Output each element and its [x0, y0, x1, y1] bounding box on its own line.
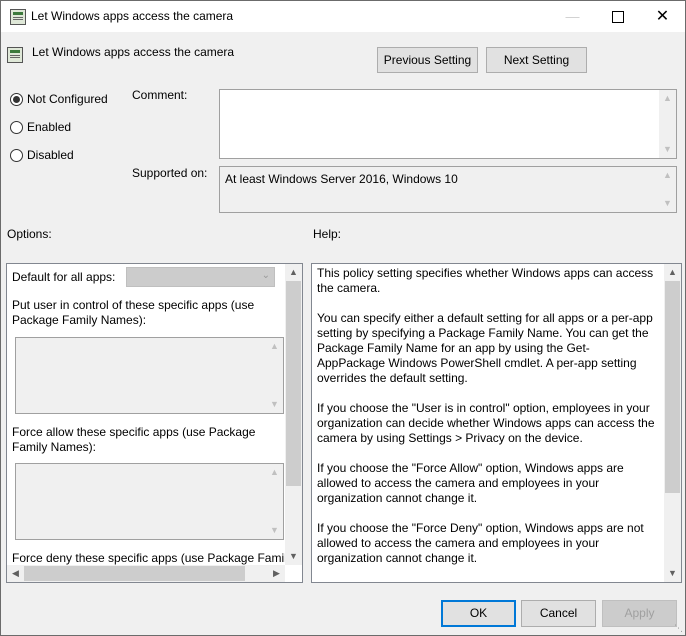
chevron-down-icon: ⌄	[261, 270, 270, 281]
options-hscrollbar[interactable]: ◀ ▶	[7, 565, 285, 582]
scroll-up-icon[interactable]: ▲	[659, 90, 676, 107]
window-title: Let Windows apps access the camera	[31, 9, 234, 23]
scroll-left-icon[interactable]: ◀	[7, 565, 24, 582]
radio-label: Disabled	[27, 148, 74, 162]
maximize-icon	[611, 11, 624, 24]
close-icon: ✕	[655, 8, 670, 25]
comment-field[interactable]: ▲ ▼	[219, 89, 677, 159]
title-bar[interactable]: Let Windows apps access the camera — ✕	[1, 1, 685, 32]
scroll-right-icon[interactable]: ▶	[268, 565, 285, 582]
scrollbar-thumb[interactable]	[286, 281, 301, 486]
previous-setting-button[interactable]: Previous Setting	[377, 47, 478, 73]
resize-grip-icon[interactable]: ⋱	[673, 623, 683, 633]
radio-label: Enabled	[27, 120, 72, 134]
radio-not-configured[interactable]: Not Configured	[10, 92, 108, 106]
options-panel: Default for all apps: ⌄ Put user in cont…	[6, 263, 303, 583]
force-allow-list[interactable]: ▲ ▼	[15, 463, 284, 540]
scroll-up-icon[interactable]: ▲	[659, 167, 676, 184]
help-paragraph: You can specify either a default setting…	[317, 311, 653, 385]
default-apps-dropdown[interactable]: ⌄	[126, 267, 275, 287]
scroll-up-icon[interactable]: ▲	[285, 264, 302, 281]
scroll-down-icon[interactable]: ▼	[266, 522, 283, 539]
radio-button[interactable]	[10, 149, 23, 162]
force-allow-scrollbar[interactable]: ▲ ▼	[266, 464, 283, 539]
supported-on-value: At least Windows Server 2016, Windows 10	[225, 172, 458, 186]
radio-label: Not Configured	[27, 92, 108, 106]
minimize-button: —	[550, 1, 595, 32]
scroll-down-icon[interactable]: ▼	[285, 548, 302, 565]
supported-on-label: Supported on:	[132, 166, 208, 180]
user-control-scrollbar[interactable]: ▲ ▼	[266, 338, 283, 413]
help-heading: Help:	[313, 227, 342, 241]
radio-button[interactable]	[10, 121, 23, 134]
scroll-down-icon[interactable]: ▼	[266, 396, 283, 413]
comment-label: Comment:	[132, 88, 188, 102]
radio-enabled[interactable]: Enabled	[10, 120, 71, 134]
options-vscrollbar[interactable]: ▲ ▼	[285, 264, 302, 565]
help-panel: This policy setting specifies whether Wi…	[311, 263, 682, 583]
policy-name: Let Windows apps access the camera	[32, 45, 235, 59]
apply-button: Apply	[602, 600, 677, 627]
force-deny-label: Force deny these specific apps (use Pack…	[12, 551, 293, 565]
radio-disabled[interactable]: Disabled	[10, 148, 74, 162]
default-apps-label: Default for all apps:	[12, 270, 116, 284]
close-button[interactable]: ✕	[640, 1, 685, 32]
policy-icon	[10, 9, 26, 25]
minimize-icon: —	[565, 8, 580, 24]
help-paragraph: If you choose the "Force Deny" option, W…	[317, 521, 644, 565]
help-paragraph: If you choose the "User is in control" o…	[317, 401, 655, 445]
scroll-up-icon[interactable]: ▲	[664, 264, 681, 281]
scrollbar-thumb[interactable]	[665, 281, 680, 493]
help-text: This policy setting specifies whether Wi…	[317, 266, 655, 581]
supported-scrollbar[interactable]: ▲ ▼	[659, 167, 676, 212]
ok-button[interactable]: OK	[441, 600, 516, 627]
next-setting-button[interactable]: Next Setting	[486, 47, 587, 73]
user-control-list[interactable]: ▲ ▼	[15, 337, 284, 414]
scroll-down-icon[interactable]: ▼	[659, 141, 676, 158]
scrollbar-thumb[interactable]	[24, 566, 245, 581]
help-paragraph: If you choose the "Force Allow" option, …	[317, 461, 624, 505]
scroll-down-icon[interactable]: ▼	[664, 565, 681, 582]
user-control-label: Put user in control of these specific ap…	[12, 298, 255, 327]
comment-scrollbar[interactable]: ▲ ▼	[659, 90, 676, 158]
scroll-down-icon[interactable]: ▼	[659, 195, 676, 212]
scroll-up-icon[interactable]: ▲	[266, 464, 283, 481]
maximize-button[interactable]	[595, 1, 640, 32]
cancel-button[interactable]: Cancel	[521, 600, 596, 627]
help-paragraph: This policy setting specifies whether Wi…	[317, 266, 654, 295]
help-vscrollbar[interactable]: ▲ ▼	[664, 264, 681, 582]
policy-setting-icon	[7, 47, 23, 63]
force-allow-label: Force allow these specific apps (use Pac…	[12, 425, 256, 454]
dialog-window: Let Windows apps access the camera — ✕ L…	[0, 0, 686, 636]
supported-on-field: At least Windows Server 2016, Windows 10…	[219, 166, 677, 213]
options-heading: Options:	[7, 227, 52, 241]
radio-button[interactable]	[10, 93, 23, 106]
scroll-up-icon[interactable]: ▲	[266, 338, 283, 355]
